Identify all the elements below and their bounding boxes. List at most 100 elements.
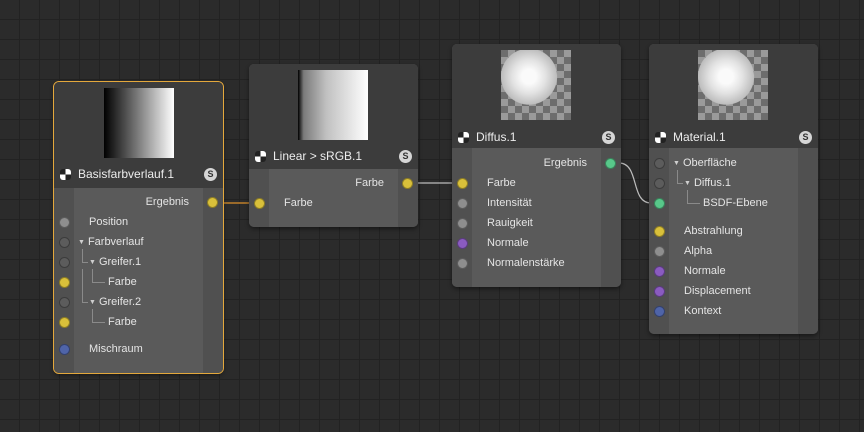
output-port[interactable] <box>207 197 218 208</box>
input-row: ▼ Oberfläche <box>649 153 818 173</box>
preview-area <box>249 64 418 143</box>
node-type-icon <box>458 131 469 143</box>
input-port[interactable] <box>59 317 70 328</box>
tree-line <box>92 309 105 323</box>
input-label: Intensität <box>487 197 532 209</box>
input-row: Displacement <box>649 281 818 301</box>
tree-line <box>687 190 700 204</box>
output-port[interactable] <box>605 158 616 169</box>
input-row: Kontext <box>649 301 818 321</box>
input-row: Alpha <box>649 241 818 261</box>
input-port[interactable] <box>59 237 70 248</box>
node-title: Material.1 <box>673 130 726 144</box>
node-header[interactable]: Basisfarbverlauf.1 S <box>54 160 223 188</box>
input-port[interactable] <box>59 344 70 355</box>
input-port[interactable] <box>654 306 665 317</box>
node-header[interactable]: Diffus.1 S <box>452 126 621 148</box>
input-port[interactable] <box>457 178 468 189</box>
gradient-preview <box>298 70 368 140</box>
input-label: Kontext <box>684 305 722 317</box>
input-label: Normalenstärke <box>487 257 565 269</box>
input-row: Normale <box>452 233 621 253</box>
node-basisfarbverlauf[interactable]: Basisfarbverlauf.1 S Ergebnis Position ▼… <box>53 81 224 374</box>
wire-diffus-to-material[interactable] <box>618 162 652 204</box>
input-row: Farbe <box>54 309 223 332</box>
input-row: Abstrahlung <box>649 221 818 241</box>
input-port[interactable] <box>59 217 70 228</box>
input-row: ▼ Farbverlauf <box>54 232 223 252</box>
input-label: Farbe <box>108 316 137 328</box>
tree-line <box>92 269 105 283</box>
input-port[interactable] <box>457 198 468 209</box>
input-port[interactable] <box>59 257 70 268</box>
input-row: ▼ Greifer.2 <box>54 269 223 312</box>
input-port[interactable] <box>654 178 665 189</box>
node-material[interactable]: Material.1 S ▼ Oberfläche ▼ Diffus.1 BSDF-… <box>649 44 818 334</box>
input-row: Mischraum <box>54 339 223 359</box>
node-type-icon <box>255 150 266 162</box>
solo-badge[interactable]: S <box>204 167 217 181</box>
output-row: Ergebnis <box>54 192 223 212</box>
input-port[interactable] <box>654 266 665 277</box>
output-label: Ergebnis <box>543 157 587 169</box>
node-linear-srgb[interactable]: Linear > sRGB.1 S Farbe Farbe <box>249 64 418 227</box>
input-label: Mischraum <box>89 343 143 355</box>
input-port[interactable] <box>59 277 70 288</box>
solo-badge[interactable]: S <box>602 130 615 144</box>
input-label: Greifer.2 <box>98 296 142 308</box>
input-row: Farbe <box>54 269 223 292</box>
node-title: Diffus.1 <box>476 130 517 144</box>
node-diffus[interactable]: Diffus.1 S Ergebnis Farbe Intensität Rau… <box>452 44 621 287</box>
input-row: BSDF-Ebene <box>649 190 818 213</box>
node-type-icon <box>60 168 71 180</box>
input-port[interactable] <box>654 286 665 297</box>
node-header[interactable]: Material.1 S <box>649 126 818 148</box>
solo-badge[interactable]: S <box>399 149 412 163</box>
input-row: Farbe <box>249 193 418 213</box>
solo-badge[interactable]: S <box>799 130 812 144</box>
input-port[interactable] <box>654 226 665 237</box>
tree-line <box>677 170 683 184</box>
input-label: Farbe <box>108 276 137 288</box>
input-label: Farbe <box>284 197 313 209</box>
preview-area <box>54 82 223 160</box>
output-label: Farbe <box>355 177 384 189</box>
input-label: Oberfläche <box>682 157 737 169</box>
gradient-preview <box>104 88 174 158</box>
node-title: Basisfarbverlauf.1 <box>78 167 175 181</box>
preview-area <box>649 44 818 126</box>
input-port[interactable] <box>457 218 468 229</box>
input-port[interactable] <box>254 198 265 209</box>
input-label: Farbverlauf <box>87 236 144 248</box>
input-label: Abstrahlung <box>684 225 743 237</box>
input-row: ▼ Greifer.1 <box>54 249 223 272</box>
input-port[interactable] <box>457 238 468 249</box>
input-row: Intensität <box>452 193 621 213</box>
input-port[interactable] <box>59 297 70 308</box>
input-row: Farbe <box>452 173 621 193</box>
input-row: ▼ Diffus.1 <box>649 170 818 193</box>
input-label: Displacement <box>684 285 751 297</box>
node-type-icon <box>655 131 666 143</box>
output-row: Farbe <box>249 173 418 193</box>
input-port[interactable] <box>457 258 468 269</box>
input-label: Diffus.1 <box>693 177 732 189</box>
node-header[interactable]: Linear > sRGB.1 S <box>249 143 418 169</box>
input-port[interactable] <box>654 158 665 169</box>
tree-line <box>82 249 88 263</box>
input-row: Rauigkeit <box>452 213 621 233</box>
input-port[interactable] <box>654 246 665 257</box>
output-port[interactable] <box>402 178 413 189</box>
input-row: Position <box>54 212 223 232</box>
input-row: Normale <box>649 261 818 281</box>
tree-line <box>82 269 88 303</box>
node-title: Linear > sRGB.1 <box>273 149 363 163</box>
input-port[interactable] <box>654 198 665 209</box>
output-label: Ergebnis <box>145 196 189 208</box>
input-label: Alpha <box>684 245 713 257</box>
input-label: Normale <box>487 237 529 249</box>
input-label: Normale <box>684 265 726 277</box>
input-label: BSDF-Ebene <box>703 197 768 209</box>
output-row: Ergebnis <box>452 153 621 173</box>
preview-area <box>452 44 621 126</box>
